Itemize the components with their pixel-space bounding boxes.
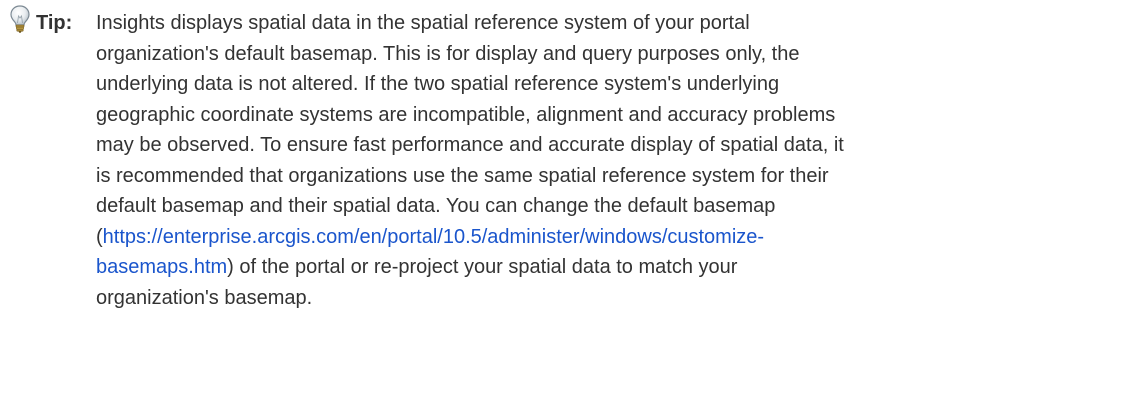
tip-body: Insights displays spatial data in the sp…	[96, 8, 1106, 313]
basemap-doc-link-continued[interactable]: basemaps.htm	[96, 256, 227, 278]
basemap-doc-link[interactable]: https://enterprise.arcgis.com/en/portal/…	[103, 226, 764, 248]
tip-line: underlying data is not altered. If the t…	[96, 73, 780, 95]
tip-line: organization's basemap.	[96, 286, 313, 309]
tip-line: organization's default basemap. This is …	[96, 42, 800, 65]
tip-line: Insights displays spatial data in the sp…	[96, 12, 750, 34]
tip-line: geographic coordinate systems are incomp…	[96, 103, 836, 126]
lightbulb-icon	[8, 4, 32, 34]
open-paren: (	[96, 225, 103, 248]
tip-line: default basemap and their spatial data. …	[96, 195, 776, 217]
tip-line: may be observed. To ensure fast performa…	[96, 134, 844, 156]
tip-note: Tip: Insights displays spatial data in t…	[0, 0, 1125, 396]
tip-label: Tip:	[36, 12, 73, 34]
tip-line: is recommended that organizations use th…	[96, 164, 829, 187]
tip-line: basemaps.htm) of the portal or re-projec…	[96, 252, 1106, 283]
tip-line: (https://enterprise.arcgis.com/en/portal…	[96, 222, 1106, 253]
tip-line-text: ) of the portal or re-project your spati…	[227, 256, 738, 278]
